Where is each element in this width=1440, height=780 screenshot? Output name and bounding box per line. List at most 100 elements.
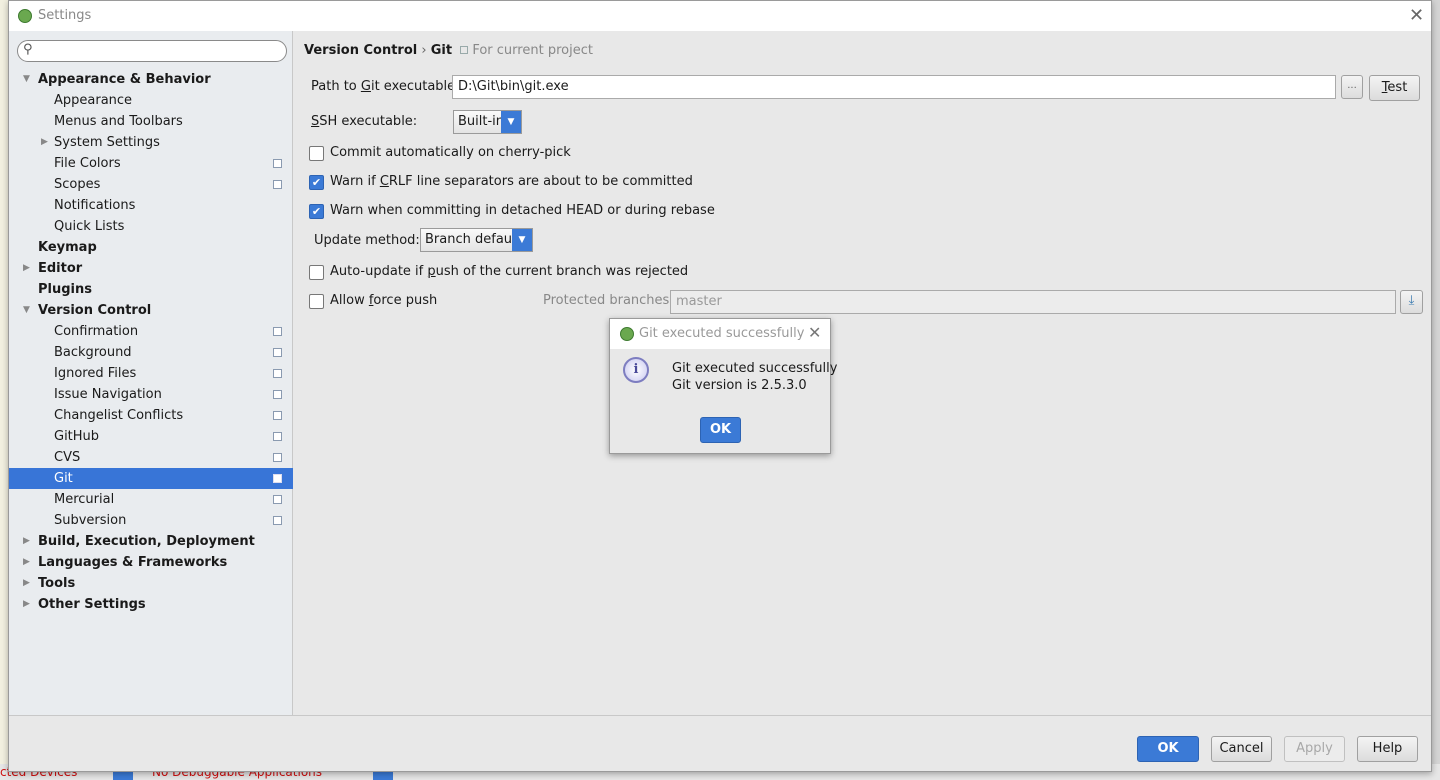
sidebar-item-appearance-behavior[interactable]: Appearance & Behavior <box>38 69 211 90</box>
sidebar-item-cvs[interactable]: CVS <box>54 447 80 468</box>
sidebar-item-menus-and-toolbars[interactable]: Menus and Toolbars <box>54 111 183 132</box>
git-path-input[interactable]: D:\Git\bin\git.exe <box>452 75 1336 99</box>
search-field[interactable] <box>40 43 280 59</box>
sidebar-item-keymap[interactable]: Keymap <box>38 237 97 258</box>
protected-branches-input[interactable]: master <box>670 290 1396 314</box>
apply-button[interactable]: Apply <box>1284 736 1345 762</box>
crlf-text: Warn if <box>330 174 380 189</box>
force-push-text-end: orce push <box>373 293 438 308</box>
collapse-arrow-icon[interactable]: ▶ <box>23 573 30 594</box>
force-push-checkbox[interactable] <box>309 294 324 309</box>
project-scope-icon <box>273 348 282 357</box>
sidebar-item-confirmation[interactable]: Confirmation <box>54 321 138 342</box>
ssh-executable-select[interactable]: Built-in ▼ <box>453 110 522 134</box>
sidebar-item-ignored-files[interactable]: Ignored Files <box>54 363 136 384</box>
collapse-arrow-icon[interactable]: ▶ <box>23 258 30 279</box>
sidebar-item-github[interactable]: GitHub <box>54 426 99 447</box>
sidebar-item-git[interactable]: Git <box>54 468 73 489</box>
sidebar-item-subversion[interactable]: Subversion <box>54 510 126 531</box>
sidebar-item-quick-lists[interactable]: Quick Lists <box>54 216 124 237</box>
sidebar-item-build-execution-deployment[interactable]: Build, Execution, Deployment <box>38 531 255 552</box>
breadcrumb-parent: Version Control <box>304 43 418 58</box>
popup-title-bar: Git executed successfully ✕ <box>610 319 830 349</box>
settings-sidebar: ⚲ ▼ Appearance & Behavior Appearance Menus … <box>9 31 293 715</box>
sidebar-item-changelist-conflicts[interactable]: Changelist Conflicts <box>54 405 183 426</box>
force-push-label: Allow force push <box>330 293 437 308</box>
chevron-down-icon: ▼ <box>501 111 521 133</box>
git-success-dialog: Git executed successfully ✕ i Git execut… <box>609 318 837 454</box>
project-scope-icon <box>273 180 282 189</box>
sidebar-item-editor[interactable]: Editor <box>38 258 82 279</box>
popup-message-line2: Git version is 2.5.3.0 <box>672 378 807 393</box>
test-label: est <box>1387 80 1408 95</box>
cherry-pick-label: Commit automatically on cherry-pick <box>330 145 571 160</box>
collapse-arrow-icon[interactable]: ▶ <box>23 594 30 615</box>
project-scope-icon <box>273 369 282 378</box>
search-input[interactable]: ⚲ <box>17 40 287 62</box>
search-icon: ⚲ <box>23 42 33 57</box>
project-scope-icon <box>273 390 282 399</box>
collapse-arrow-icon[interactable]: ▶ <box>23 552 30 573</box>
project-scope-icon <box>273 453 282 462</box>
sidebar-item-system-settings[interactable]: System Settings <box>54 132 160 153</box>
crlf-text-end: RLF line separators are about to be comm… <box>388 174 693 189</box>
project-scope-icon <box>273 327 282 336</box>
update-method-label: Update method: <box>314 233 420 248</box>
project-scope-icon <box>273 432 282 441</box>
detached-head-label: Warn when committing in detached HEAD or… <box>330 203 715 218</box>
collapse-arrow-icon[interactable]: ▶ <box>41 132 48 153</box>
sidebar-item-version-control[interactable]: Version Control <box>38 300 151 321</box>
dialog-footer: OK Cancel Apply Help <box>9 715 1431 771</box>
ssh-label: SSH executable: <box>311 114 417 129</box>
popup-title: Git executed successfully <box>639 326 805 341</box>
cancel-button[interactable]: Cancel <box>1211 736 1272 762</box>
expand-arrow-icon[interactable]: ▼ <box>23 300 30 321</box>
popup-message-line1: Git executed successfully <box>672 361 838 376</box>
detached-head-checkbox[interactable]: ✔ <box>309 204 324 219</box>
project-scope-icon <box>273 495 282 504</box>
sidebar-item-plugins[interactable]: Plugins <box>38 279 92 300</box>
test-button[interactable]: Test <box>1369 75 1420 101</box>
sidebar-item-file-colors[interactable]: File Colors <box>54 153 121 174</box>
close-icon[interactable]: ✕ <box>1409 5 1424 26</box>
sidebar-item-background[interactable]: Background <box>54 342 132 363</box>
auto-update-mnemonic: p <box>427 264 436 279</box>
browse-button[interactable]: ... <box>1341 75 1363 99</box>
auto-update-text-end: ush of the current branch was rejected <box>435 264 689 279</box>
path-label-text: Path to <box>311 79 361 94</box>
ok-button[interactable]: OK <box>1137 736 1199 762</box>
import-branches-icon[interactable]: ⤓ <box>1400 290 1423 314</box>
scope-label: For current project <box>472 43 593 58</box>
sidebar-item-languages-frameworks[interactable]: Languages & Frameworks <box>38 552 227 573</box>
sidebar-item-appearance[interactable]: Appearance <box>54 90 132 111</box>
auto-update-text: Auto-update if <box>330 264 428 279</box>
close-icon[interactable]: ✕ <box>808 323 821 342</box>
popup-ok-button[interactable]: OK <box>700 417 741 443</box>
crlf-checkbox[interactable]: ✔ <box>309 175 324 190</box>
auto-update-checkbox[interactable] <box>309 265 324 280</box>
protected-branches-label: Protected branches: <box>543 293 674 308</box>
expand-arrow-icon[interactable]: ▼ <box>23 69 30 90</box>
window-title: Settings <box>38 8 92 23</box>
sidebar-item-scopes[interactable]: Scopes <box>54 174 100 195</box>
crlf-mnemonic: C <box>379 174 389 189</box>
project-scope-icon <box>273 411 282 420</box>
app-logo-icon <box>18 9 32 23</box>
breadcrumb: Version Control › Git For current projec… <box>304 43 593 58</box>
sidebar-item-notifications[interactable]: Notifications <box>54 195 135 216</box>
collapse-arrow-icon[interactable]: ▶ <box>23 531 30 552</box>
project-scope-icon <box>460 46 469 54</box>
update-method-select[interactable]: Branch default ▼ <box>420 228 533 252</box>
update-method-value: Branch default <box>425 232 521 247</box>
sidebar-item-issue-navigation[interactable]: Issue Navigation <box>54 384 162 405</box>
cherry-pick-checkbox[interactable] <box>309 146 324 161</box>
sidebar-item-other-settings[interactable]: Other Settings <box>38 594 146 615</box>
chevron-down-icon: ▼ <box>512 229 532 251</box>
project-scope-icon <box>273 516 282 525</box>
help-button[interactable]: Help <box>1357 736 1418 762</box>
background-ide-edge <box>0 0 8 780</box>
auto-update-label: Auto-update if push of the current branc… <box>330 264 688 279</box>
sidebar-item-mercurial[interactable]: Mercurial <box>54 489 114 510</box>
sidebar-item-tools[interactable]: Tools <box>38 573 75 594</box>
breadcrumb-current: Git <box>430 43 453 58</box>
